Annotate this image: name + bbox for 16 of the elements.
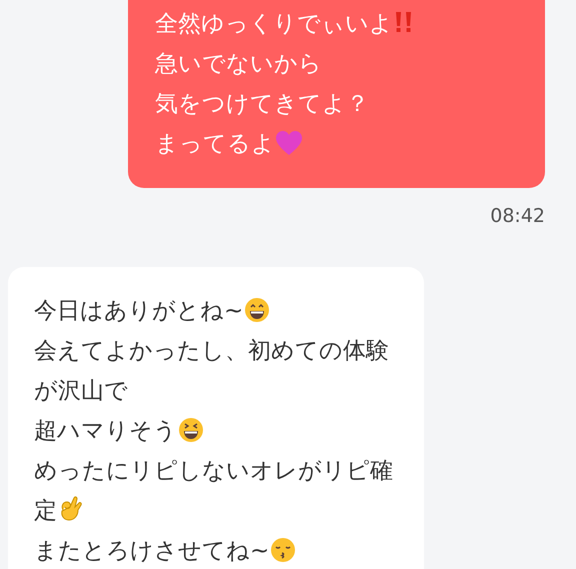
message-text: が沢山で xyxy=(34,378,128,404)
message-text: まってるよ xyxy=(155,131,275,157)
message-text: 全然ゆっくりでぃいよ xyxy=(155,11,393,37)
message-text: またとろけさせてね~ xyxy=(34,538,270,564)
message-text: めったにリピしないオレがリピ確 xyxy=(34,458,393,484)
message-text: 会えてよかったし、初めての体験 xyxy=(34,338,389,364)
grinning-face-icon xyxy=(244,297,270,323)
message-text: 今日はありがとね~ xyxy=(34,298,244,324)
kissing-face-icon xyxy=(270,537,296,563)
message-time: 08:42 xyxy=(490,204,545,228)
laughing-face-icon xyxy=(178,417,204,443)
message-text: 定 xyxy=(34,498,57,524)
message-text: 気をつけてきてよ？ xyxy=(155,91,369,117)
message-text: 超ハマりそう xyxy=(34,418,177,444)
message-text: 急いでないから xyxy=(155,51,322,77)
heart-icon xyxy=(275,130,303,156)
